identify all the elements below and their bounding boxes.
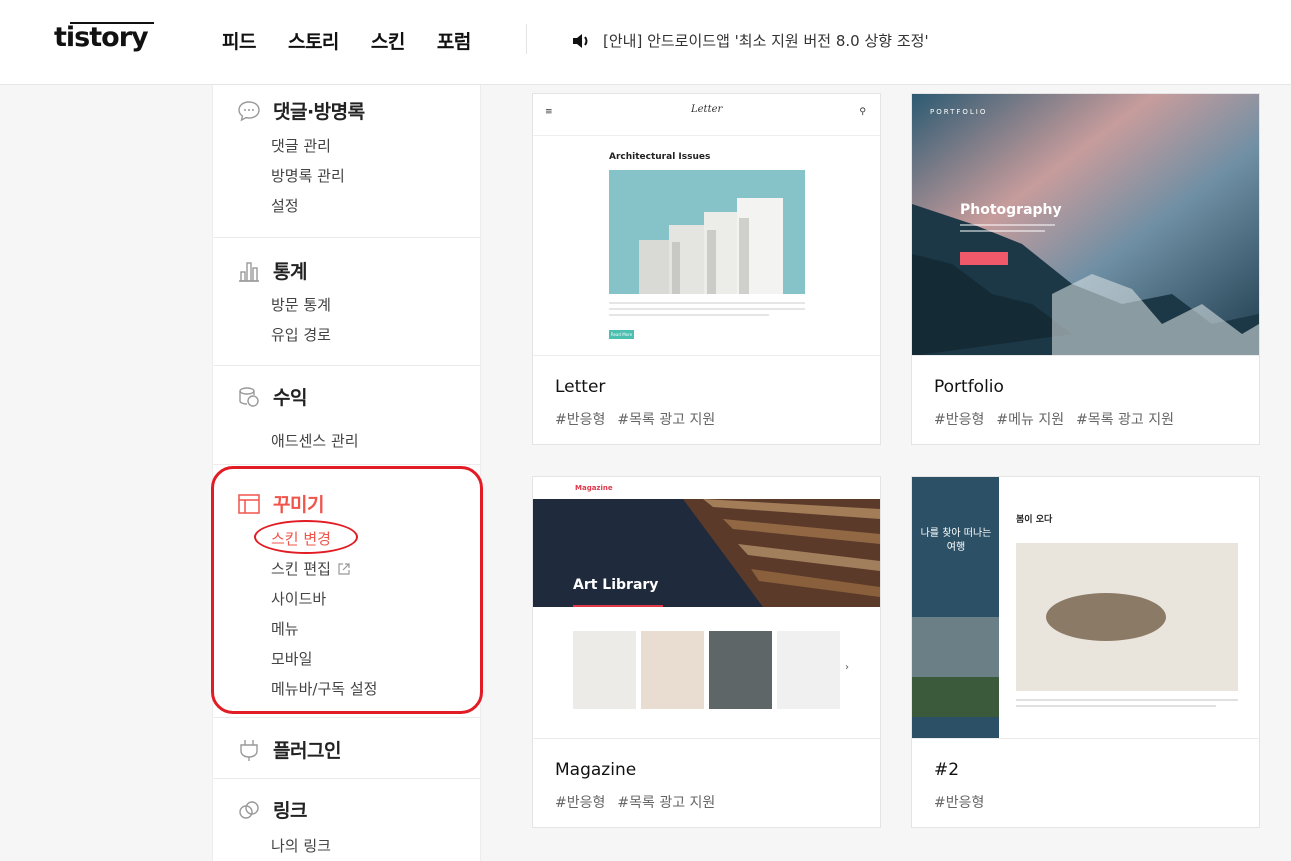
skin-tag: #메뉴 지원 xyxy=(996,412,1065,428)
section-comments-header[interactable]: 댓글·방명록 xyxy=(237,97,365,124)
nav-feed[interactable]: 피드 xyxy=(222,27,256,54)
speech-bubble-icon xyxy=(238,100,260,121)
sidebar-item-my-links[interactable]: 나의 링크 xyxy=(271,835,331,856)
preview-thumb xyxy=(777,631,840,709)
preview-text-line xyxy=(1016,699,1238,701)
section-divider xyxy=(213,237,480,238)
coins-icon xyxy=(239,386,259,407)
skin-tag: #목록 광고 지원 xyxy=(617,412,716,428)
preview-heading: Art Library xyxy=(573,577,659,593)
skin-tag: #반응형 xyxy=(555,795,606,811)
highlight-annotation xyxy=(211,466,483,714)
skin-tag: #반응형 xyxy=(934,795,985,811)
preview-side-title: 나를 찾아 떠나는 여행 xyxy=(920,528,992,553)
preview-read-more-button: Read More xyxy=(609,330,634,339)
logo-bar xyxy=(70,22,154,24)
logo-text: tistory xyxy=(54,22,149,53)
preview-heading: Photography xyxy=(960,202,1062,218)
preview-logo: Letter xyxy=(691,104,723,115)
preview-brand: Magazine xyxy=(575,484,613,492)
section-title: 통계 xyxy=(273,261,307,283)
sidebar-item-adsense[interactable]: 애드센스 관리 xyxy=(271,430,359,451)
cat-shape xyxy=(1046,593,1166,641)
skin-title: Portfolio xyxy=(934,377,1004,397)
top-header: tistory 피드 스토리 스킨 포럼 [안내] 안드로이드앱 '최소 지원 … xyxy=(0,0,1291,85)
section-title: 링크 xyxy=(273,800,307,822)
main-nav: 피드 스토리 스킨 포럼 xyxy=(222,27,503,54)
menu-icon: ≡ xyxy=(545,107,553,117)
nav-story[interactable]: 스토리 xyxy=(288,27,339,54)
preview-heading: Architectural Issues xyxy=(609,152,711,162)
chevron-right-icon: › xyxy=(845,662,849,673)
search-icon: ⚲ xyxy=(859,107,866,117)
notice-banner[interactable]: [안내] 안드로이드앱 '최소 지원 버전 8.0 상향 조정' xyxy=(571,30,929,51)
building-photo xyxy=(609,170,805,294)
skin-card-portfolio[interactable]: PORTFOLIO Photography Portfolio #반응형 #메뉴… xyxy=(911,93,1260,445)
preview-accent-line xyxy=(573,605,663,607)
preview-button xyxy=(960,252,1008,265)
skin-tag: #반응형 xyxy=(934,412,985,428)
skin-tags: #반응형 #목록 광고 지원 xyxy=(555,792,715,812)
speaker-icon xyxy=(573,33,588,48)
section-title: 댓글·방명록 xyxy=(273,101,365,123)
preview-text-line xyxy=(960,230,1045,232)
preview-thumb xyxy=(641,631,704,709)
skin-card-magazine[interactable]: Magazine Art Library › Magazine #반응형 #목록… xyxy=(532,476,881,828)
section-plugin-header[interactable]: 플러그인 xyxy=(237,736,341,763)
sidebar-item-comment-settings[interactable]: 설정 xyxy=(271,195,299,216)
skin-tag: #반응형 xyxy=(555,412,606,428)
skin-tags: #반응형 #목록 광고 지원 xyxy=(555,409,715,429)
skin-preview: Magazine Art Library › xyxy=(533,477,880,739)
preview-side-panel: 나를 찾아 떠나는 여행 xyxy=(912,477,999,738)
skin-tag: #목록 광고 지원 xyxy=(1076,412,1174,428)
section-divider xyxy=(213,464,480,465)
preview-side-foliage xyxy=(912,677,999,717)
preview-text-line xyxy=(960,224,1055,226)
bar-chart-icon xyxy=(239,261,259,282)
link-icon xyxy=(239,800,259,819)
section-stats-header[interactable]: 통계 xyxy=(237,257,307,284)
preview-thumb xyxy=(573,631,636,709)
skin-title: Letter xyxy=(555,377,606,397)
sidebar-item-referrer[interactable]: 유입 경로 xyxy=(271,324,331,345)
section-divider xyxy=(213,717,480,718)
header-divider xyxy=(526,24,527,54)
skin-title: Magazine xyxy=(555,760,637,780)
skin-preview: ≡ Letter ⚲ Architectural Issues Read Mor… xyxy=(533,94,880,356)
skin-tags: #반응형 #메뉴 지원 #목록 광고 지원 xyxy=(934,409,1174,429)
skin-tag: #목록 광고 지원 xyxy=(617,795,716,811)
section-link-header[interactable]: 링크 xyxy=(237,796,307,823)
skin-card-2[interactable]: 나를 찾아 떠나는 여행 봄이 오다 #2 #반응형 xyxy=(911,476,1260,828)
nav-forum[interactable]: 포럼 xyxy=(437,27,471,54)
section-revenue-header[interactable]: 수익 xyxy=(237,383,307,410)
section-divider xyxy=(213,778,480,779)
section-title: 플러그인 xyxy=(273,740,341,762)
preview-brand: PORTFOLIO xyxy=(930,108,988,116)
skin-preview: 나를 찾아 떠나는 여행 봄이 오다 xyxy=(912,477,1259,739)
preview-cat-photo xyxy=(1016,543,1238,691)
sidebar-item-visit-stats[interactable]: 방문 통계 xyxy=(271,294,331,315)
skin-card-letter[interactable]: ≡ Letter ⚲ Architectural Issues Read Mor… xyxy=(532,93,881,445)
sidebar-item-guestbook-manage[interactable]: 방명록 관리 xyxy=(271,165,345,186)
section-title: 수익 xyxy=(273,387,307,409)
preview-topbar: ≡ Letter ⚲ xyxy=(533,94,880,136)
preview-thumb xyxy=(709,631,772,709)
skin-title: #2 xyxy=(934,760,960,780)
notice-text: [안내] 안드로이드앱 '최소 지원 버전 8.0 상향 조정' xyxy=(603,32,929,50)
preview-text-line xyxy=(1016,705,1216,707)
section-divider xyxy=(213,365,480,366)
plug-icon xyxy=(240,739,258,761)
skin-preview: PORTFOLIO Photography xyxy=(912,94,1259,356)
preview-text-line xyxy=(609,314,769,316)
skin-tags: #반응형 xyxy=(934,792,984,812)
nav-skin[interactable]: 스킨 xyxy=(371,27,405,54)
preview-heading: 봄이 오다 xyxy=(1016,515,1053,525)
sidebar-item-comment-manage[interactable]: 댓글 관리 xyxy=(271,135,331,156)
preview-text-line xyxy=(609,308,805,310)
tistory-logo[interactable]: tistory xyxy=(54,22,154,53)
oval-annotation xyxy=(254,520,358,554)
preview-text-line xyxy=(609,302,805,304)
